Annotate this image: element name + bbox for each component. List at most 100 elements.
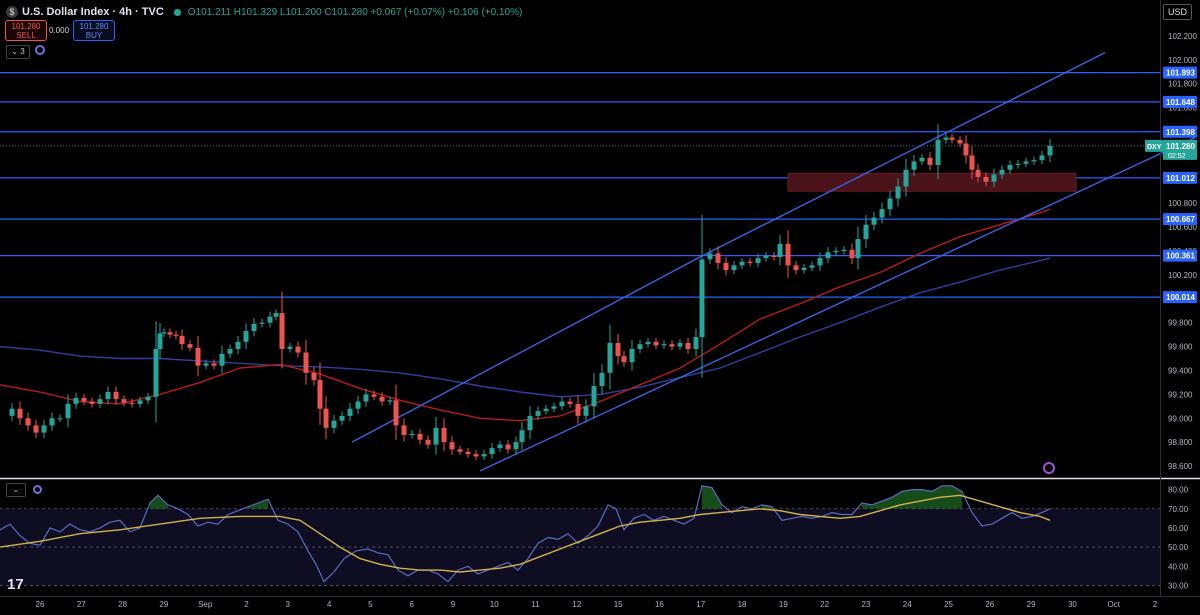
candle-bearish[interactable] [417, 433, 423, 440]
candle-bearish[interactable] [121, 399, 127, 403]
symbol-header[interactable]: $ U.S. Dollar Index · 4h · TVC O101.211 … [6, 4, 522, 20]
candle-bullish[interactable] [739, 261, 745, 266]
candle-bearish[interactable] [89, 401, 95, 404]
candle-bullish[interactable] [599, 372, 605, 387]
candle-bullish[interactable] [1047, 145, 1053, 156]
candle-bearish[interactable] [457, 449, 463, 452]
candle-bullish[interactable] [887, 198, 893, 210]
candle-bullish[interactable] [999, 169, 1005, 175]
candle-bullish[interactable] [991, 174, 997, 182]
candle-bullish[interactable] [919, 157, 925, 162]
candle-bearish[interactable] [715, 253, 721, 263]
candle-bullish[interactable] [273, 313, 279, 317]
candle-bearish[interactable] [963, 143, 969, 156]
candle-bullish[interactable] [137, 400, 143, 404]
candle-bearish[interactable] [949, 137, 955, 140]
candle-bullish[interactable] [41, 425, 47, 433]
candle-bearish[interactable] [621, 356, 627, 363]
candle-bullish[interactable] [519, 430, 525, 443]
candle-bullish[interactable] [227, 348, 233, 354]
candle-bullish[interactable] [777, 243, 783, 257]
candle-bullish[interactable] [409, 433, 415, 435]
candle-bearish[interactable] [473, 454, 479, 457]
candle-bullish[interactable] [559, 401, 565, 407]
candle-bullish[interactable] [1015, 163, 1021, 165]
candle-bearish[interactable] [311, 372, 317, 381]
candle-bullish[interactable] [763, 255, 769, 259]
candle-bearish[interactable] [567, 401, 573, 404]
candle-bullish[interactable] [65, 403, 71, 419]
candle-bullish[interactable] [1039, 155, 1045, 161]
candle-bullish[interactable] [833, 251, 839, 253]
symbol-title[interactable]: U.S. Dollar Index · 4h · TVC [22, 6, 164, 18]
candle-bullish[interactable] [817, 258, 823, 266]
supply-zone-rect[interactable] [787, 172, 1077, 192]
candle-bullish[interactable] [157, 333, 163, 349]
candle-bullish[interactable] [347, 408, 353, 416]
candle-bullish[interactable] [331, 420, 337, 428]
candle-bearish[interactable] [317, 380, 323, 409]
candle-bullish[interactable] [161, 332, 167, 334]
candle-bullish[interactable] [809, 265, 815, 268]
candle-bearish[interactable] [401, 425, 407, 435]
candle-bearish[interactable] [393, 400, 399, 426]
candle-bullish[interactable] [203, 363, 209, 366]
candle-bearish[interactable] [849, 249, 855, 259]
candle-bearish[interactable] [179, 335, 185, 345]
candle-bullish[interactable] [1023, 161, 1029, 164]
candle-bullish[interactable] [755, 258, 761, 263]
candle-bearish[interactable] [211, 363, 217, 366]
candle-bullish[interactable] [607, 342, 613, 373]
candle-bullish[interactable] [591, 386, 597, 407]
candle-bullish[interactable] [235, 341, 241, 349]
candle-bearish[interactable] [747, 261, 753, 263]
candle-bearish[interactable] [449, 442, 455, 450]
candle-bullish[interactable] [863, 224, 869, 240]
candle-bullish[interactable] [731, 265, 737, 271]
candle-bullish[interactable] [287, 346, 293, 349]
candle-bullish[interactable] [707, 253, 713, 260]
candle-bearish[interactable] [17, 408, 23, 419]
candle-bullish[interactable] [551, 406, 557, 409]
candle-bearish[interactable] [303, 352, 309, 373]
candle-bearish[interactable] [465, 451, 471, 455]
rsi-collapse-toggle[interactable]: ⌄ [6, 483, 26, 497]
candle-bearish[interactable] [323, 408, 329, 428]
candle-bullish[interactable] [219, 353, 225, 366]
candle-bearish[interactable] [505, 444, 511, 450]
candle-bullish[interactable] [629, 348, 635, 363]
candle-bullish[interactable] [903, 169, 909, 187]
candle-bearish[interactable] [167, 332, 173, 335]
candle-bullish[interactable] [243, 331, 249, 342]
candle-bullish[interactable] [145, 396, 151, 401]
candle-bearish[interactable] [785, 243, 791, 266]
candle-bearish[interactable] [983, 176, 989, 182]
candle-bullish[interactable] [267, 316, 273, 323]
candle-bullish[interactable] [9, 408, 15, 416]
candle-bullish[interactable] [661, 344, 667, 346]
candle-bullish[interactable] [489, 448, 495, 455]
candle-bullish[interactable] [1031, 160, 1037, 162]
candle-bullish[interactable] [497, 444, 503, 449]
replay-icon[interactable] [1043, 462, 1055, 474]
rsi-settings-icon[interactable] [33, 485, 42, 494]
candle-bearish[interactable] [575, 403, 581, 416]
candle-bullish[interactable] [911, 161, 917, 170]
candle-bearish[interactable] [113, 391, 119, 400]
candle-bullish[interactable] [895, 186, 901, 199]
currency-button[interactable]: USD [1162, 4, 1192, 20]
indicator-toggle[interactable]: ⌄ 3 [6, 45, 30, 59]
candle-bullish[interactable] [645, 341, 651, 345]
candle-bullish[interactable] [693, 337, 699, 349]
candle-bearish[interactable] [25, 418, 31, 426]
candle-bullish[interactable] [97, 399, 103, 404]
candle-bullish[interactable] [825, 252, 831, 259]
candle-bullish[interactable] [363, 394, 369, 402]
candle-bearish[interactable] [927, 157, 933, 165]
candle-bullish[interactable] [73, 397, 79, 404]
chart-canvas[interactable]: 102.200102.000101.800101.600101.400101.2… [0, 0, 1200, 615]
candle-bullish[interactable] [153, 348, 159, 397]
candle-bearish[interactable] [653, 341, 659, 346]
candle-bullish[interactable] [583, 406, 589, 416]
candle-bearish[interactable] [279, 313, 285, 349]
